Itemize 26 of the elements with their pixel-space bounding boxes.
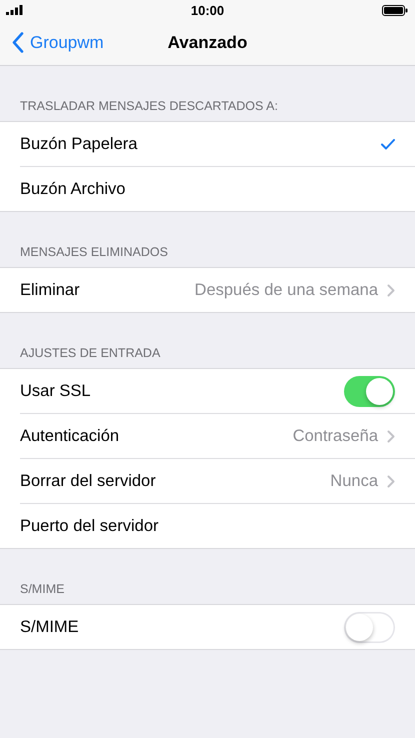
back-chevron-icon — [12, 32, 24, 53]
row-label: Puerto del servidor — [20, 516, 160, 536]
section-header: AJUSTES DE ENTRADA — [20, 346, 160, 360]
row-label: Borrar del servidor — [20, 472, 157, 490]
row-label: Autenticación — [20, 426, 120, 446]
row-label: Eliminar — [20, 280, 81, 300]
toggle-switch[interactable] — [344, 376, 395, 406]
nav-title: Avanzado — [168, 32, 248, 52]
battery-icon — [382, 4, 408, 16]
row-label: S/MIME — [20, 618, 80, 636]
chevron-icon — [387, 430, 395, 442]
row-label: Buzón Archivo — [20, 180, 126, 198]
row-label: Usar SSL — [20, 382, 92, 400]
section-header: TRASLADAR MENSAJES DESCARTADOS A: — [20, 99, 278, 113]
status-time: 10:00 — [190, 2, 224, 18]
chevron-icon — [387, 284, 395, 296]
chevron-icon — [387, 474, 395, 488]
row-value[interactable]: Contraseña — [292, 426, 378, 446]
back-button[interactable]: Groupwm — [0, 32, 104, 53]
signal-icon — [6, 5, 23, 15]
toggle-switch[interactable] — [344, 612, 395, 642]
section-header: MENSAJES ELIMINADOS — [20, 245, 168, 259]
row-value[interactable]: Después de una semana — [194, 280, 378, 300]
section-header: S/MIME — [20, 582, 64, 596]
row-label: Buzón Papelera — [20, 134, 138, 154]
row-value[interactable]: Nunca — [330, 472, 378, 490]
